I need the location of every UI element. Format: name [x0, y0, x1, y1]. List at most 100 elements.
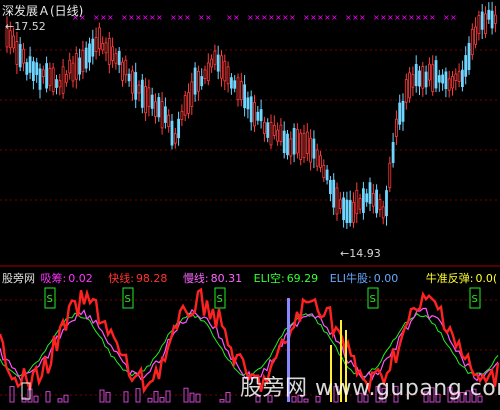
candle-body: [457, 71, 461, 83]
green-line: [0, 312, 499, 378]
candle-body: [467, 43, 471, 70]
histogram-bar: [45, 391, 51, 403]
candle-body: [279, 124, 283, 142]
marker-glyph: ×: [331, 13, 338, 22]
indicator-legend: 股旁网 吸筹: 0.02 快线: 98.28 慢线: 80.31 ELI空: 69.29…: [2, 270, 499, 286]
candle-body: [124, 59, 128, 76]
marker-glyph: ×: [345, 13, 352, 22]
marker-glyph: ×: [205, 13, 212, 22]
candle-body: [81, 49, 85, 73]
chart-canvas[interactable]: × × × × × × × × × × × × × × × × × × × × × × × × × × × × × × × × × × × × × × × ×…: [0, 0, 500, 410]
chart-title: 深发展Ａ(日线): [2, 4, 84, 18]
candle-body: [477, 15, 481, 34]
candle-body: [276, 129, 280, 142]
low-price-label: ←14.93: [340, 247, 381, 260]
candle-body: [493, 14, 497, 24]
candle-body: [319, 155, 322, 168]
marker-glyph: ×: [408, 13, 415, 22]
candle-body: [180, 110, 184, 120]
candle-body: [233, 80, 237, 89]
candle-body: [398, 102, 402, 125]
candle-body: [394, 118, 398, 137]
histogram-bar: [159, 397, 165, 403]
marker-glyph: ×: [107, 13, 114, 22]
low-value: 14.93: [349, 247, 381, 260]
candle-body: [262, 121, 266, 134]
marker-glyph: ×: [233, 13, 240, 22]
candle-body: [38, 68, 42, 90]
candle-body: [45, 63, 48, 89]
candle-body: [48, 68, 52, 86]
candle-body: [94, 37, 98, 53]
candle-body: [140, 79, 144, 108]
histogram-bar: [105, 391, 111, 403]
candle-body: [411, 74, 415, 88]
candle-body: [157, 97, 161, 118]
candle-body: [121, 61, 124, 81]
candle-body: [28, 56, 32, 73]
candle-body: [196, 70, 200, 92]
candle-body: [183, 95, 187, 116]
candle-body: [292, 128, 296, 155]
candle-body: [111, 46, 114, 61]
candle-body: [444, 71, 448, 90]
candle-body: [216, 54, 220, 72]
histogram-bar: [189, 392, 195, 403]
histogram-bar: [63, 394, 69, 403]
candle-body: [315, 149, 319, 167]
candle-body: [147, 87, 151, 108]
candle-body: [375, 189, 379, 214]
marker-glyph: ×: [135, 13, 142, 22]
marker-glyph: ×: [156, 13, 163, 22]
candle-body: [61, 66, 65, 94]
candle-body: [490, 10, 494, 29]
candle-body: [332, 179, 336, 208]
marker-glyph: ×: [226, 13, 233, 22]
marker-glyph: ×: [429, 13, 436, 22]
marker-glyph: ×: [170, 13, 177, 22]
candle-body: [474, 26, 478, 45]
candle-body: [361, 188, 365, 213]
candle-body: [434, 60, 438, 89]
candle-body: [484, 13, 487, 35]
candle-body: [68, 59, 72, 74]
candle-body: [226, 66, 230, 85]
marker-glyph: ×: [268, 13, 275, 22]
histogram-bar: [57, 398, 63, 403]
marker-glyph: ×: [261, 13, 268, 22]
candle-body: [328, 180, 332, 195]
candle-body: [345, 199, 349, 223]
marker-glyph: ×: [443, 13, 450, 22]
candle-body: [243, 84, 247, 109]
candle-body: [312, 138, 316, 159]
marker-glyph: ×: [121, 13, 128, 22]
candle-body: [78, 57, 81, 75]
histogram-bar: [21, 397, 27, 403]
candle-body: [107, 37, 111, 65]
candle-body: [451, 76, 454, 89]
candle-body: [272, 125, 276, 136]
high-value: 17.52: [14, 20, 46, 33]
candle-body: [22, 48, 25, 64]
marker-glyph: ×: [415, 13, 422, 22]
candle-body: [460, 69, 464, 88]
candle-body: [203, 69, 207, 79]
legend-value: 80.31: [210, 272, 243, 285]
candle-body: [464, 55, 468, 77]
candle-body: [335, 187, 339, 215]
signal-text: S: [217, 294, 223, 305]
marker-glyph: ×: [93, 13, 100, 22]
marker-glyph: ×: [128, 13, 135, 22]
signal-text: S: [472, 294, 478, 305]
candle-body: [173, 133, 177, 144]
candle-body: [437, 75, 441, 83]
candle-body: [421, 66, 425, 89]
candle-body: [213, 50, 217, 65]
candle-body: [348, 200, 352, 223]
marker-glyph: ×: [303, 13, 310, 22]
candle-body: [200, 76, 204, 87]
legend-value: 98.28: [135, 272, 168, 285]
candle-body: [32, 61, 35, 81]
histogram-bar: [99, 389, 105, 403]
marker-glyph: ×: [450, 13, 457, 22]
